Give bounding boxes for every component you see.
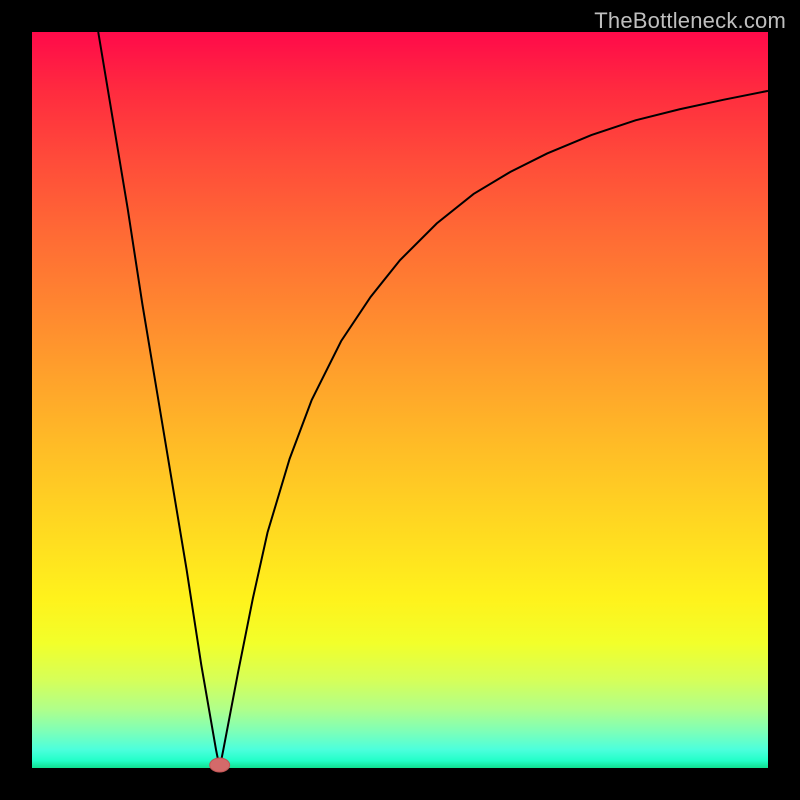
curve-svg <box>32 32 768 768</box>
plot-area <box>32 32 768 768</box>
minimum-marker <box>210 758 230 772</box>
watermark-text: TheBottleneck.com <box>594 8 786 34</box>
bottleneck-curve <box>98 32 768 768</box>
chart-frame: TheBottleneck.com <box>0 0 800 800</box>
